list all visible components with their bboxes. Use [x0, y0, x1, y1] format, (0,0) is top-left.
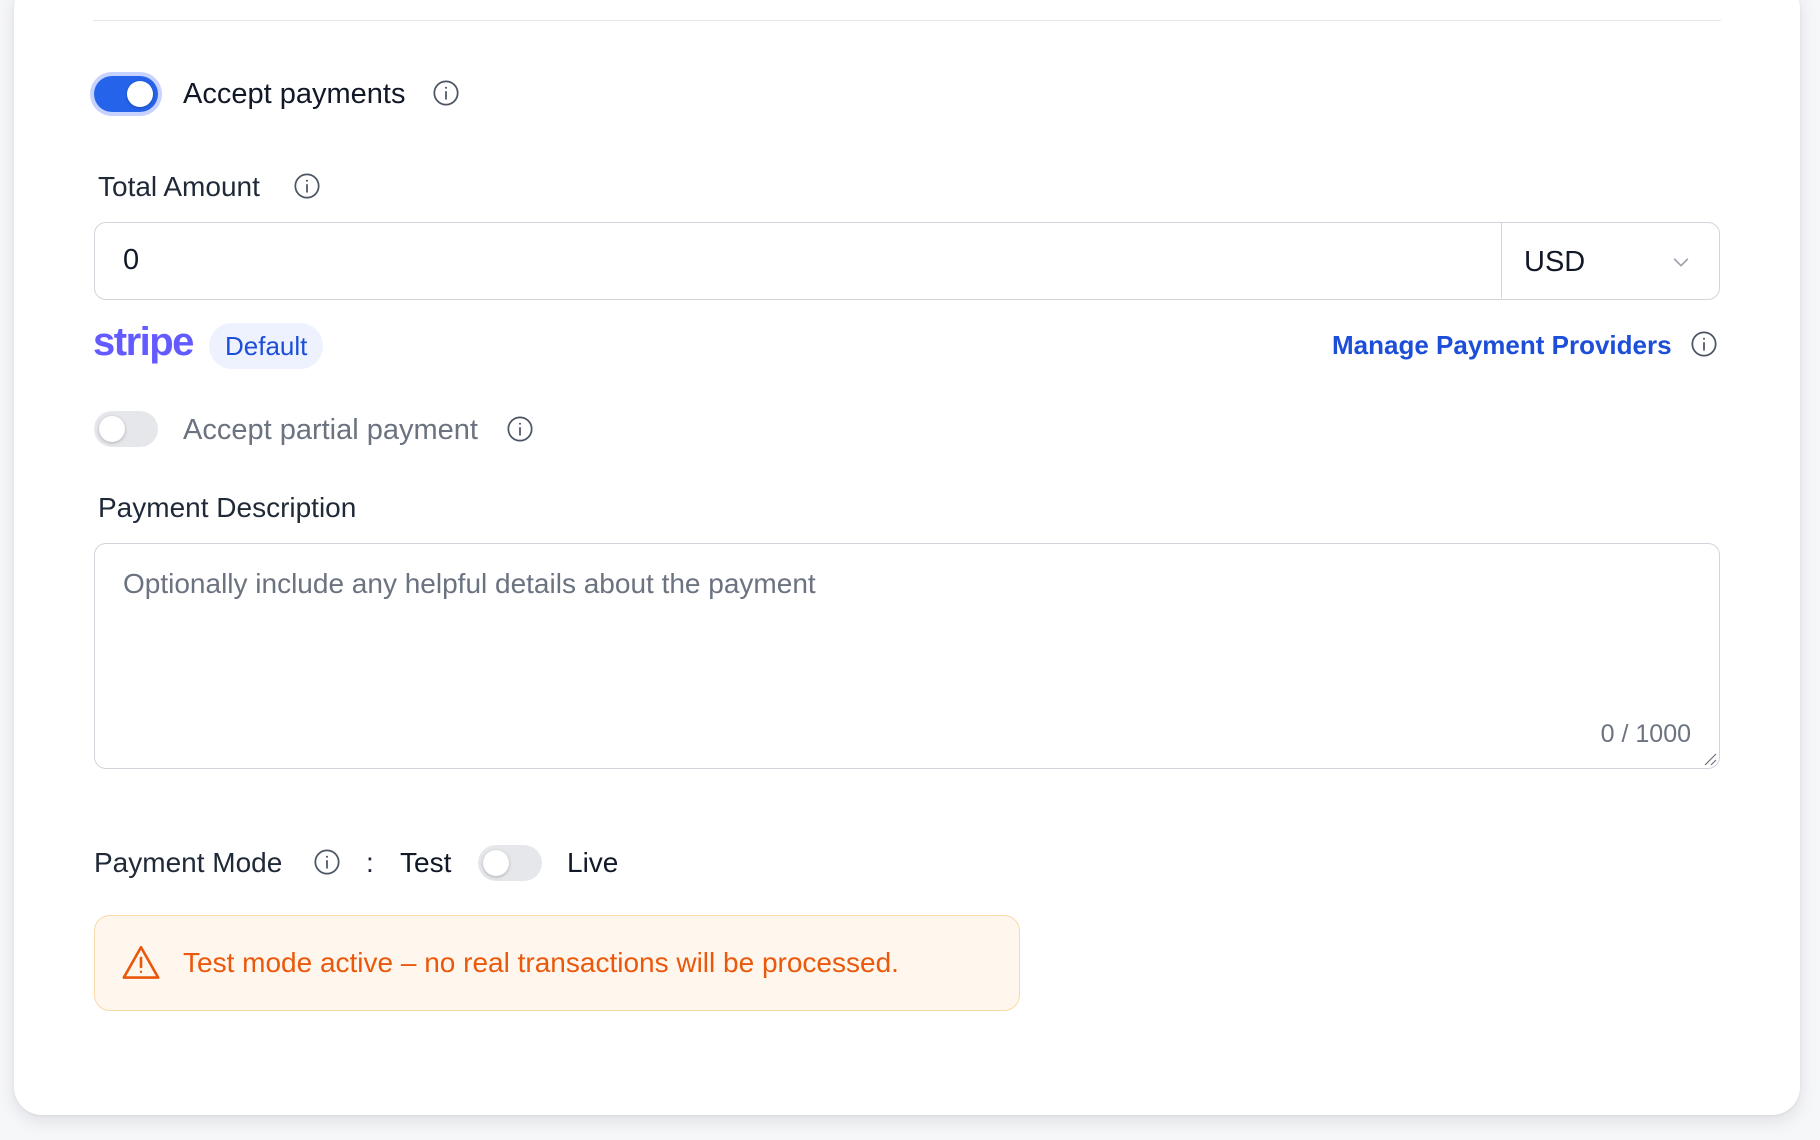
info-icon[interactable]	[1690, 330, 1718, 358]
resize-handle-icon[interactable]	[1703, 752, 1717, 766]
payment-mode-label: Payment Mode	[94, 847, 283, 878]
stripe-logo: stripe	[93, 320, 194, 364]
amount-input[interactable]	[95, 223, 1501, 298]
payment-description-label: Payment Description	[98, 492, 357, 523]
toggle-knob	[127, 81, 153, 107]
accept-partial-payment-toggle[interactable]	[94, 411, 158, 447]
payment-mode-test-label: Test	[400, 847, 452, 878]
default-badge: Default	[209, 323, 324, 369]
payment-description-field: 0 / 1000	[94, 543, 1720, 769]
manage-payment-providers-link[interactable]: Manage Payment Providers	[1332, 332, 1672, 358]
payment-mode-toggle[interactable]	[478, 845, 542, 881]
info-icon[interactable]	[432, 79, 460, 107]
toggle-knob	[483, 850, 509, 876]
test-mode-alert: Test mode active – no real transactions …	[94, 915, 1020, 1011]
currency-value: USD	[1524, 246, 1586, 278]
currency-select[interactable]: USD	[1501, 223, 1718, 298]
info-icon[interactable]	[293, 172, 321, 200]
info-icon[interactable]	[313, 848, 341, 876]
character-counter: 0 / 1000	[1600, 720, 1691, 748]
payment-mode-live-label: Live	[567, 847, 619, 878]
section-divider	[93, 20, 1721, 21]
info-icon[interactable]	[506, 415, 534, 443]
amount-field: USD	[94, 222, 1720, 300]
payment-description-textarea[interactable]	[95, 544, 1717, 766]
test-mode-alert-text: Test mode active – no real transactions …	[183, 947, 899, 978]
accept-partial-payment-label: Accept partial payment	[183, 414, 478, 446]
toggle-knob	[99, 416, 125, 442]
accept-payments-label: Accept payments	[183, 78, 406, 110]
payment-mode-separator: :	[366, 847, 374, 878]
accept-payments-toggle[interactable]	[94, 76, 158, 112]
total-amount-label: Total Amount	[98, 171, 260, 202]
chevron-down-icon	[1673, 258, 1689, 267]
warning-icon	[122, 945, 160, 979]
